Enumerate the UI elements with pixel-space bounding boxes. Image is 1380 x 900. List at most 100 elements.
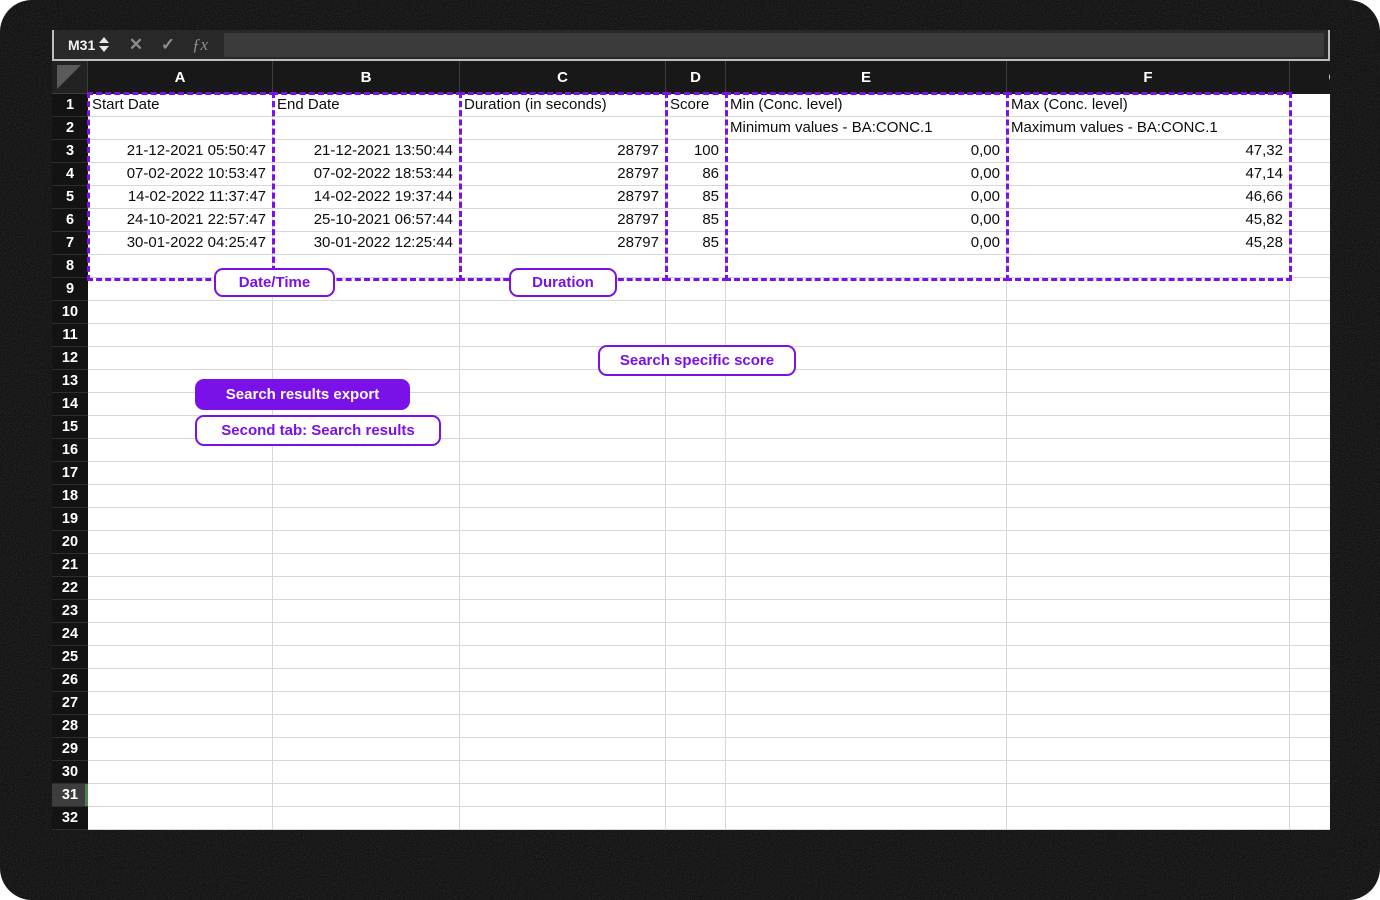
cell-D15[interactable] <box>666 416 726 439</box>
cell-F9[interactable] <box>1007 278 1290 301</box>
cell-F20[interactable] <box>1007 531 1290 554</box>
cell-D26[interactable] <box>666 669 726 692</box>
cell-E27[interactable] <box>726 692 1007 715</box>
cell-D9[interactable] <box>666 278 726 301</box>
cell-D22[interactable] <box>666 577 726 600</box>
cell-G8[interactable] <box>1290 255 1330 278</box>
cell-B3[interactable]: 21-12-2021 13:50:44 <box>273 140 460 163</box>
cell-C22[interactable] <box>460 577 666 600</box>
cell-E23[interactable] <box>726 600 1007 623</box>
row-header-8[interactable]: 8 <box>52 255 88 278</box>
cell-G23[interactable] <box>1290 600 1330 623</box>
row-header-27[interactable]: 27 <box>52 692 88 715</box>
cell-E28[interactable] <box>726 715 1007 738</box>
cell-E7[interactable]: 0,00 <box>726 232 1007 255</box>
cell-F29[interactable] <box>1007 738 1290 761</box>
cell-F31[interactable] <box>1007 784 1290 807</box>
confirm-icon[interactable]: ✓ <box>152 35 184 55</box>
row-header-26[interactable]: 26 <box>52 669 88 692</box>
cell-F8[interactable] <box>1007 255 1290 278</box>
row-header-24[interactable]: 24 <box>52 623 88 646</box>
cell-G27[interactable] <box>1290 692 1330 715</box>
cell-B6[interactable]: 25-10-2021 06:57:44 <box>273 209 460 232</box>
cell-D19[interactable] <box>666 508 726 531</box>
cell-A12[interactable] <box>88 347 273 370</box>
row-header-23[interactable]: 23 <box>52 600 88 623</box>
cell-B10[interactable] <box>273 301 460 324</box>
cell-B11[interactable] <box>273 324 460 347</box>
insert-function-icon[interactable]: ƒx <box>184 35 216 55</box>
search-results-export-button[interactable]: Search results export <box>195 379 410 410</box>
spinner-up-icon[interactable] <box>99 37 109 43</box>
cell-D29[interactable] <box>666 738 726 761</box>
cell-A19[interactable] <box>88 508 273 531</box>
cell-D17[interactable] <box>666 462 726 485</box>
cell-B23[interactable] <box>273 600 460 623</box>
cell-A5[interactable]: 14-02-2022 11:37:47 <box>88 186 273 209</box>
cell-G25[interactable] <box>1290 646 1330 669</box>
cell-A6[interactable]: 24-10-2021 22:57:47 <box>88 209 273 232</box>
cell-E31[interactable] <box>726 784 1007 807</box>
cell-F30[interactable] <box>1007 761 1290 784</box>
cell-C16[interactable] <box>460 439 666 462</box>
cell-E20[interactable] <box>726 531 1007 554</box>
cell-D5[interactable]: 85 <box>666 186 726 209</box>
cell-D1[interactable]: Score <box>666 94 726 117</box>
cell-A29[interactable] <box>88 738 273 761</box>
cell-G4[interactable] <box>1290 163 1330 186</box>
cell-G20[interactable] <box>1290 531 1330 554</box>
cell-D30[interactable] <box>666 761 726 784</box>
cell-B17[interactable] <box>273 462 460 485</box>
row-header-7[interactable]: 7 <box>52 232 88 255</box>
cell-G22[interactable] <box>1290 577 1330 600</box>
cell-D16[interactable] <box>666 439 726 462</box>
name-box-spinner[interactable] <box>99 37 109 52</box>
cell-A11[interactable] <box>88 324 273 347</box>
cell-G3[interactable] <box>1290 140 1330 163</box>
row-header-13[interactable]: 13 <box>52 370 88 393</box>
cell-A20[interactable] <box>88 531 273 554</box>
cell-B18[interactable] <box>273 485 460 508</box>
cell-G32[interactable] <box>1290 807 1330 830</box>
column-header-F[interactable]: F <box>1007 61 1290 94</box>
row-header-14[interactable]: 14 <box>52 393 88 416</box>
cell-D8[interactable] <box>666 255 726 278</box>
cell-C17[interactable] <box>460 462 666 485</box>
cell-E16[interactable] <box>726 439 1007 462</box>
cell-A2[interactable] <box>88 117 273 140</box>
cell-B5[interactable]: 14-02-2022 19:37:44 <box>273 186 460 209</box>
cell-G24[interactable] <box>1290 623 1330 646</box>
cell-C32[interactable] <box>460 807 666 830</box>
cell-D3[interactable]: 100 <box>666 140 726 163</box>
cell-E22[interactable] <box>726 577 1007 600</box>
cell-C24[interactable] <box>460 623 666 646</box>
cell-E30[interactable] <box>726 761 1007 784</box>
cell-A21[interactable] <box>88 554 273 577</box>
cell-F21[interactable] <box>1007 554 1290 577</box>
cell-C20[interactable] <box>460 531 666 554</box>
cell-B24[interactable] <box>273 623 460 646</box>
cell-G31[interactable] <box>1290 784 1330 807</box>
cell-D32[interactable] <box>666 807 726 830</box>
cell-F22[interactable] <box>1007 577 1290 600</box>
cell-B22[interactable] <box>273 577 460 600</box>
row-header-21[interactable]: 21 <box>52 554 88 577</box>
cell-F16[interactable] <box>1007 439 1290 462</box>
cell-D10[interactable] <box>666 301 726 324</box>
cell-G7[interactable] <box>1290 232 1330 255</box>
cell-G16[interactable] <box>1290 439 1330 462</box>
cell-G29[interactable] <box>1290 738 1330 761</box>
cell-C14[interactable] <box>460 393 666 416</box>
cell-F32[interactable] <box>1007 807 1290 830</box>
cell-F17[interactable] <box>1007 462 1290 485</box>
cell-B12[interactable] <box>273 347 460 370</box>
cell-A32[interactable] <box>88 807 273 830</box>
cell-D4[interactable]: 86 <box>666 163 726 186</box>
cell-F5[interactable]: 46,66 <box>1007 186 1290 209</box>
cell-F1[interactable]: Max (Conc. level) <box>1007 94 1290 117</box>
column-header-E[interactable]: E <box>726 61 1007 94</box>
row-header-4[interactable]: 4 <box>52 163 88 186</box>
cell-E29[interactable] <box>726 738 1007 761</box>
cell-C1[interactable]: Duration (in seconds) <box>460 94 666 117</box>
cell-E9[interactable] <box>726 278 1007 301</box>
